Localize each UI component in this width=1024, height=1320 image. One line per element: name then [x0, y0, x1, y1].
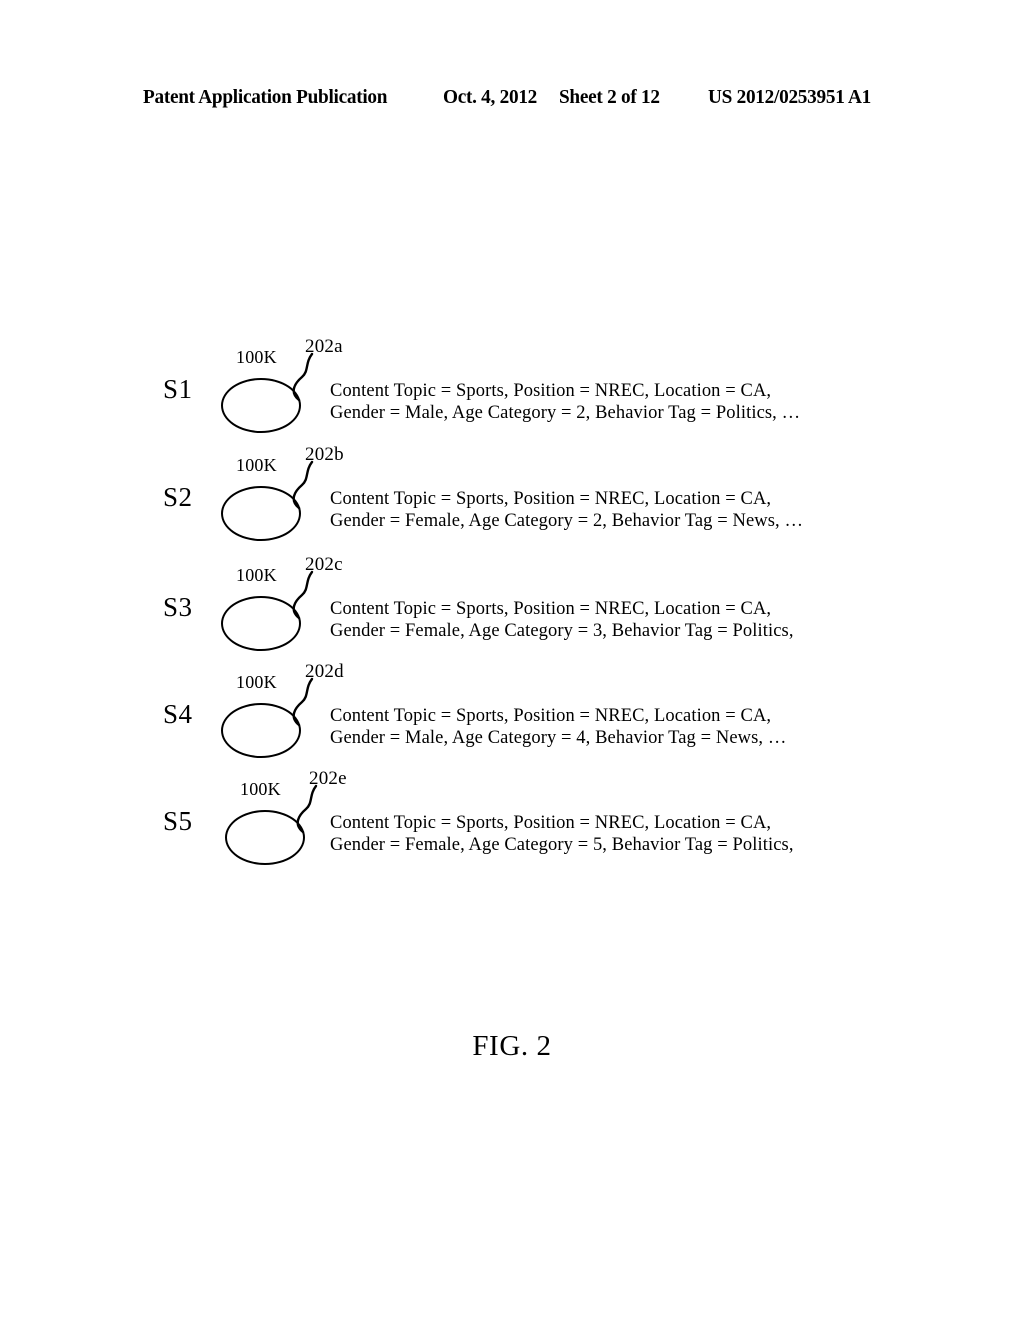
segment-attributes: Content Topic = Sports, Position = NREC,… — [330, 598, 794, 642]
segment-label-s3: S3 — [163, 592, 193, 622]
segment-row: S3 100K 202c Content Topic = Sports, Pos… — [0, 555, 1024, 668]
segment-label-s2: S2 — [163, 482, 193, 512]
segment-row: S2 100K 202b Content Topic = Sports, Pos… — [0, 445, 1024, 558]
attribute-line-2: Gender = Female, Age Category = 2, Behav… — [330, 511, 804, 531]
attribute-line-1: Content Topic = Sports, Position = NREC,… — [330, 381, 772, 401]
segment-attributes: Content Topic = Sports, Position = NREC,… — [330, 812, 794, 856]
segment-attributes: Content Topic = Sports, Position = NREC,… — [330, 488, 803, 532]
figure-caption: FIG. 2 — [472, 1030, 552, 1062]
segment-row: S4 100K 202d Content Topic = Sports, Pos… — [0, 662, 1024, 775]
leader-line-icon — [296, 784, 318, 834]
figure-2-diagram: S1 100K 202a Content Topic = Sports, Pos… — [0, 0, 1024, 1320]
segment-label-s4: S4 — [163, 699, 193, 729]
attribute-line-1: Content Topic = Sports, Position = NREC,… — [330, 599, 772, 619]
attribute-line-1: Content Topic = Sports, Position = NREC,… — [330, 489, 772, 509]
attribute-line-2: Gender = Male, Age Category = 2, Behavio… — [330, 403, 801, 423]
attribute-line-2: Gender = Male, Age Category = 4, Behavio… — [330, 728, 787, 748]
leader-line-icon — [292, 570, 314, 620]
segment-row: S5 100K 202e Content Topic = Sports, Pos… — [0, 769, 1024, 882]
attribute-line-2: Gender = Female, Age Category = 3, Behav… — [330, 621, 794, 641]
leader-line-icon — [292, 677, 314, 727]
segment-label-s1: S1 — [163, 374, 193, 404]
segment-count-label: 100K — [236, 565, 277, 585]
leader-line-icon — [292, 460, 314, 510]
segment-count-label: 100K — [236, 455, 277, 475]
segment-count-label: 100K — [236, 347, 277, 367]
reference-numeral-202a: 202a — [305, 336, 343, 357]
attribute-line-1: Content Topic = Sports, Position = NREC,… — [330, 706, 772, 726]
segment-count-label: 100K — [236, 672, 277, 692]
attribute-line-2: Gender = Female, Age Category = 5, Behav… — [330, 835, 794, 855]
reference-numeral-202d: 202d — [305, 661, 344, 682]
attribute-line-1: Content Topic = Sports, Position = NREC,… — [330, 813, 772, 833]
reference-numeral-202e: 202e — [309, 768, 347, 789]
segment-label-s5: S5 — [163, 806, 193, 836]
reference-numeral-202b: 202b — [305, 444, 344, 465]
reference-numeral-202c: 202c — [305, 554, 343, 575]
segment-attributes: Content Topic = Sports, Position = NREC,… — [330, 705, 786, 749]
segment-attributes: Content Topic = Sports, Position = NREC,… — [330, 380, 800, 424]
leader-line-icon — [292, 352, 314, 402]
segment-row: S1 100K 202a Content Topic = Sports, Pos… — [0, 337, 1024, 450]
segment-count-label: 100K — [240, 779, 281, 799]
